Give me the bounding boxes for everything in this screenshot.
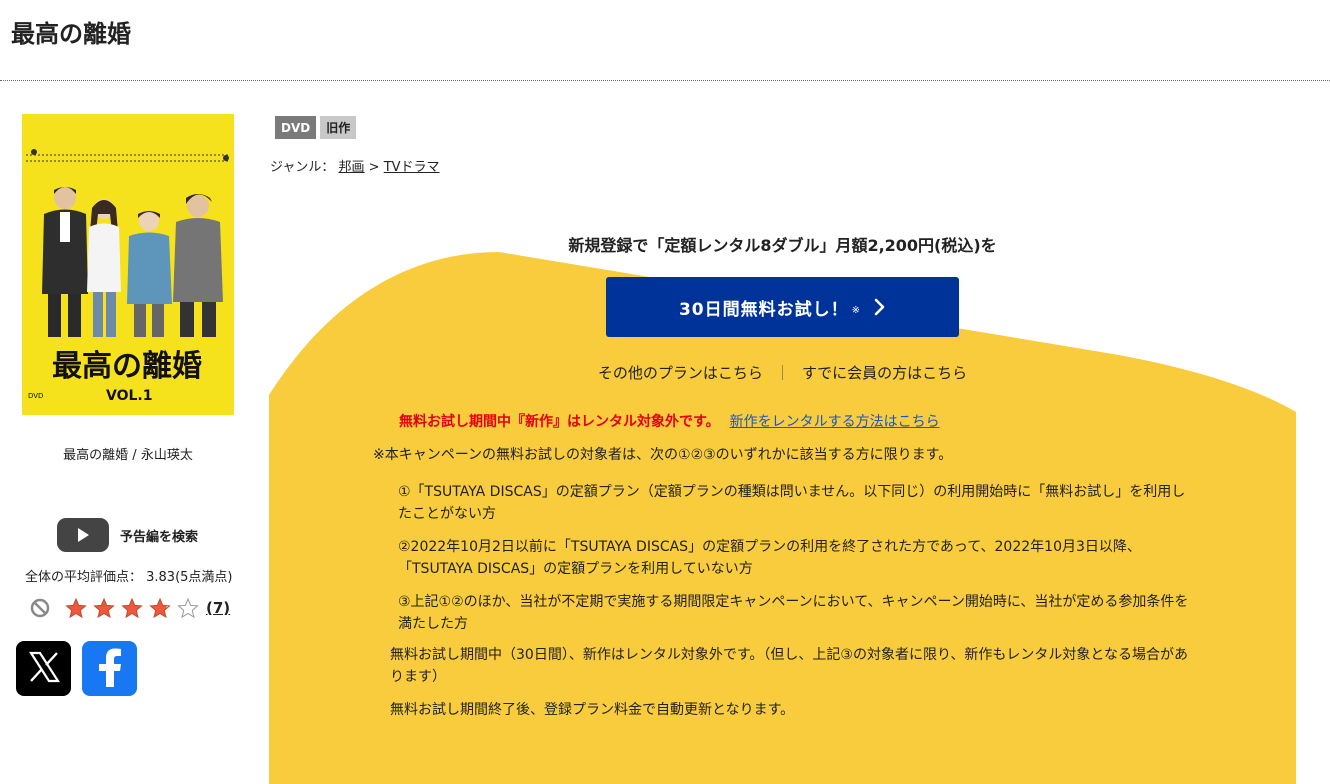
header-divider	[0, 80, 1330, 81]
jacket-format-text: DVD	[28, 392, 43, 400]
condition-item: ③上記①②のほか、当社が不定期で実施する期間限定キャンペーンにおいて、キャンペー…	[398, 594, 1189, 632]
product-caption: 最高の離婚 / 永山瑛太	[63, 448, 193, 463]
genre-separator: >	[368, 160, 380, 175]
condition-item: ①「TSUTAYA DISCAS」の定額プラン（定額プランの種類は問いません。以…	[398, 484, 1186, 522]
product-jacket-image[interactable]: 最高の離婚 VOL.1 DVD	[22, 114, 234, 415]
trailer-search-button[interactable]: 予告編を検索	[57, 518, 198, 552]
genre-link-japanese-film[interactable]: 邦画	[339, 160, 365, 175]
plan-links-separator: ｜	[774, 364, 790, 382]
review-count-link[interactable]: (7)	[206, 599, 230, 617]
star-icon	[93, 597, 115, 619]
rating-row: (7)	[30, 596, 240, 622]
video-play-icon	[57, 518, 109, 552]
star-icon	[177, 597, 199, 619]
genre-breadcrumb: ジャンル： 邦画 > TVドラマ	[270, 156, 440, 175]
genre-prefix: ジャンル：	[270, 160, 335, 175]
free-trial-label: 30日間無料お試し！	[678, 299, 849, 320]
jacket-volume-text: VOL.1	[106, 388, 152, 404]
members-link[interactable]: すでに会員の方はこちら	[802, 364, 967, 382]
campaign-eligibility-lead: ※本キャンペーンの無料お試しの対象者は、次の①②③のいずれかに該当する方に限りま…	[373, 447, 953, 463]
promo-headline: 新規登録で「定額レンタル8ダブル」月額2,200円(税込)を	[568, 236, 997, 255]
dvd-badge: DVD	[275, 116, 317, 139]
free-trial-note-mark: ※	[851, 304, 861, 316]
star-icon	[149, 597, 171, 619]
free-trial-button[interactable]: 30日間無料お試し！ ※	[606, 277, 959, 337]
star-rating	[65, 597, 199, 619]
average-rating: 全体の平均評価点： 3.83(5点満点)	[25, 570, 233, 585]
new-release-warning-text: 無料お試し期間中『新作』はレンタル対象外です。	[399, 414, 720, 430]
x-share-button[interactable]	[16, 641, 71, 696]
plan-links: その他のプランはこちら ｜ すでに会員の方はこちら	[269, 362, 1296, 383]
x-logo-icon	[27, 650, 61, 688]
trial-period-note: 無料お試し期間中（30日間）、新作はレンタル対象外です。（但し、上記③の対象者に…	[390, 647, 1188, 685]
new-release-rental-link[interactable]: 新作をレンタルする方法はこちら	[730, 414, 940, 430]
chevron-right-icon	[874, 298, 886, 316]
page-title: 最高の離婚	[11, 20, 131, 48]
facebook-logo-icon	[95, 647, 125, 691]
auto-renewal-note: 無料お試し期間終了後、登録プラン料金で自動更新となります。	[390, 702, 795, 718]
condition-item: ②2022年10月2日以前に「TSUTAYA DISCAS」の定額プランの利用を…	[398, 539, 1141, 577]
prohibited-icon[interactable]	[30, 598, 50, 622]
star-icon	[65, 597, 87, 619]
star-icon	[121, 597, 143, 619]
genre-link-tv-drama[interactable]: TVドラマ	[384, 160, 440, 175]
new-release-warning: 無料お試し期間中『新作』はレンタル対象外です。 新作をレンタルする方法はこちら	[399, 411, 940, 431]
old-release-badge: 旧作	[320, 116, 357, 139]
campaign-notes: ※本キャンペーンの無料お試しの対象者は、次の①②③のいずれかに該当する方に限りま…	[373, 444, 1213, 732]
product-badges: DVD 旧作	[275, 116, 357, 139]
trailer-search-label: 予告編を検索	[120, 529, 199, 545]
jacket-title-text: 最高の離婚	[52, 349, 202, 384]
other-plans-link[interactable]: その他のプランはこちら	[598, 364, 763, 382]
facebook-share-button[interactable]	[82, 641, 137, 696]
